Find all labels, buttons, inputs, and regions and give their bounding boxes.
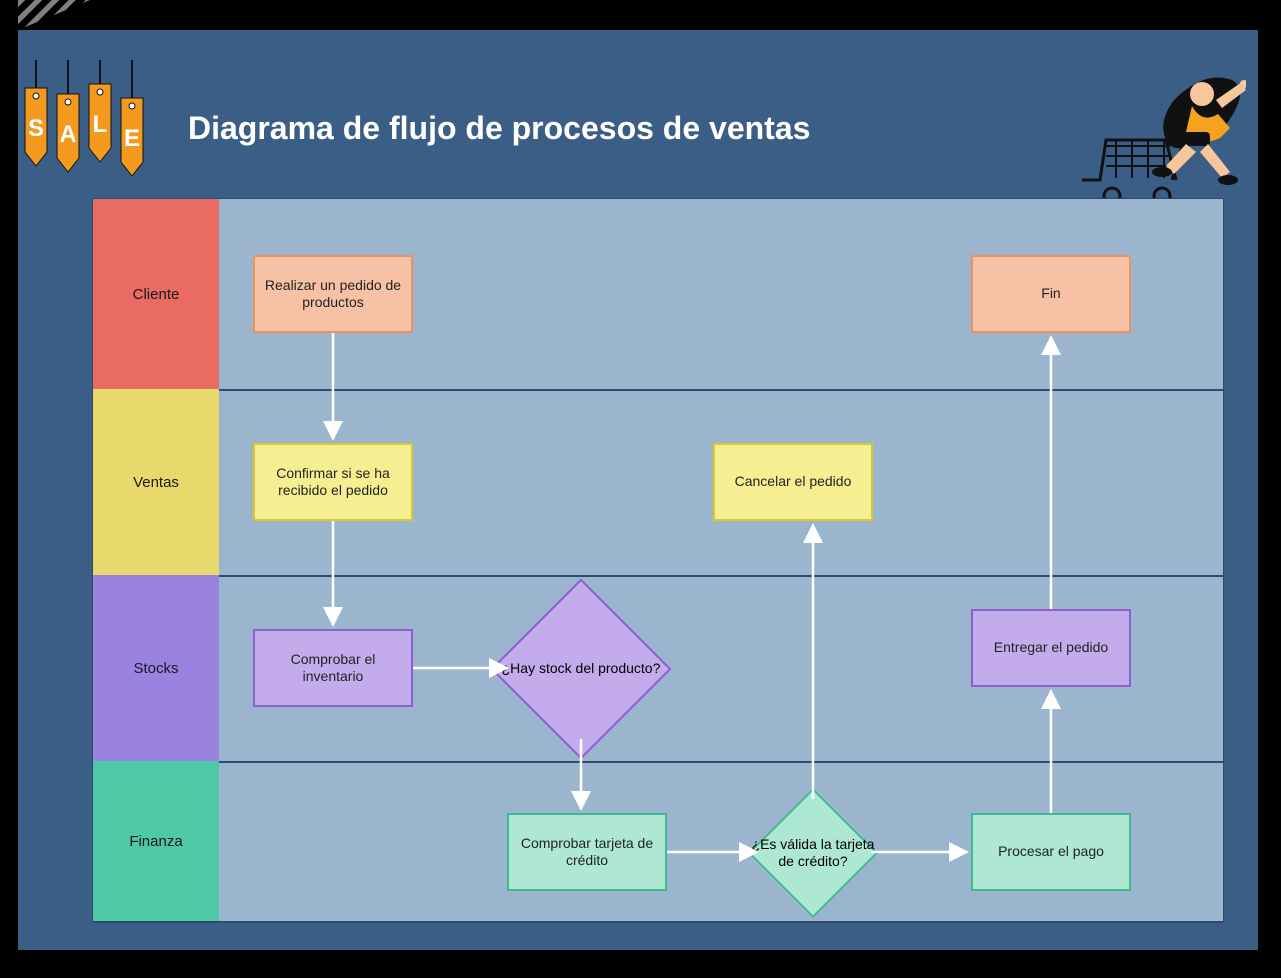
header-bar: Diagrama de flujo de procesos de ventas …: [18, 30, 1258, 198]
node-hay-stock-text: ¿Hay stock del producto?: [469, 597, 693, 739]
page-dogear: [18, 0, 90, 30]
lane-label-finanza: Finanza: [93, 761, 219, 921]
diagram-title: Diagrama de flujo de procesos de ventas: [188, 110, 810, 147]
svg-text:S: S: [28, 115, 44, 142]
svg-text:L: L: [93, 111, 108, 138]
svg-text:A: A: [59, 121, 76, 148]
node-valida-cc[interactable]: ¿Es válida la tarjeta de crédito?: [723, 795, 903, 911]
node-valida-cc-text: ¿Es válida la tarjeta de crédito?: [723, 795, 903, 911]
diagram-sheet: Diagrama de flujo de procesos de ventas …: [18, 30, 1258, 950]
lane-label-cliente: Cliente: [93, 199, 219, 389]
swimlane-container: Cliente Ventas Stocks Finanza Realizar u…: [92, 198, 1224, 922]
node-comprobar-inv[interactable]: Comprobar el inventario: [253, 629, 413, 707]
node-procesar[interactable]: Procesar el pago: [971, 813, 1131, 891]
lane-label-ventas: Ventas: [93, 389, 219, 575]
shopper-cart-icon: [1076, 60, 1246, 210]
node-fin[interactable]: Fin: [971, 255, 1131, 333]
svg-text:E: E: [124, 125, 140, 152]
sale-tags-icon: S A L E: [18, 60, 168, 190]
node-entregar[interactable]: Entregar el pedido: [971, 609, 1131, 687]
lane-label-stocks: Stocks: [93, 575, 219, 761]
node-confirmar[interactable]: Confirmar si se ha recibido el pedido: [253, 443, 413, 521]
node-cancelar[interactable]: Cancelar el pedido: [713, 443, 873, 521]
node-hay-stock[interactable]: ¿Hay stock del producto?: [469, 597, 693, 739]
node-comprobar-cc[interactable]: Comprobar tarjeta de crédito: [507, 813, 667, 891]
node-realizar[interactable]: Realizar un pedido de productos: [253, 255, 413, 333]
